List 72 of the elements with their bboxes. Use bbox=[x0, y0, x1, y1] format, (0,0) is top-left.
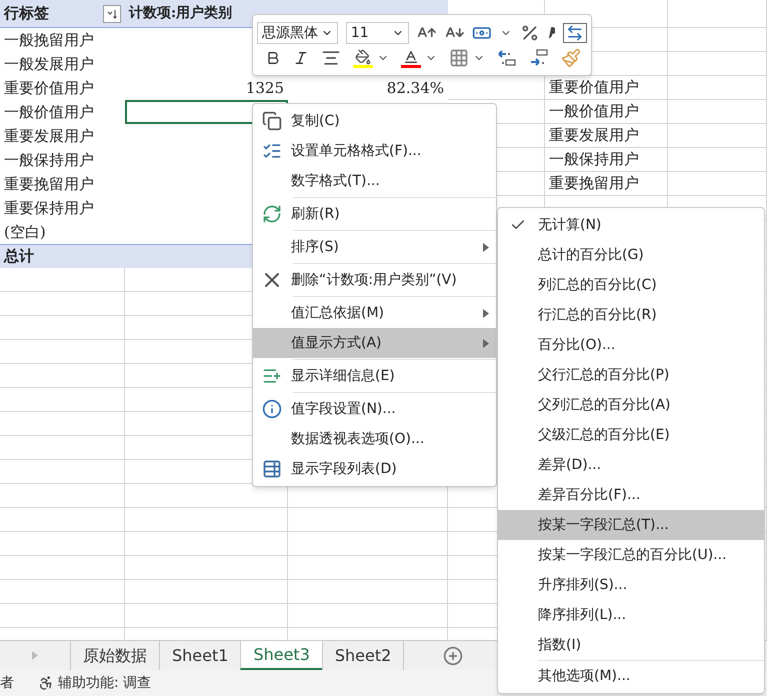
menu-item[interactable]: 行汇总的百分比(R) bbox=[498, 300, 764, 330]
table-cell-text: 重要保持用户 bbox=[4, 198, 94, 219]
borders-icon[interactable] bbox=[449, 48, 469, 68]
menu-item[interactable]: 降序排列(L)... bbox=[498, 600, 764, 630]
menu-item[interactable]: 数字格式(T)... bbox=[253, 166, 496, 199]
menu-item[interactable]: 列汇总的百分比(C) bbox=[498, 270, 764, 300]
table-header: 计数项:用户类别 bbox=[129, 4, 232, 23]
info-icon bbox=[262, 399, 282, 419]
menu-item[interactable]: 值显示方式(A) bbox=[253, 328, 496, 361]
wrap-icon[interactable] bbox=[563, 23, 587, 43]
menu-item[interactable]: 总计的百分比(G) bbox=[498, 240, 764, 270]
menu-item[interactable]: 父行汇总的百分比(P) bbox=[498, 360, 764, 390]
menu-item[interactable]: 显示详细信息(E) bbox=[253, 361, 496, 394]
italic-icon[interactable] bbox=[293, 50, 309, 66]
menu-item[interactable]: 数据透视表选项(O)... bbox=[253, 424, 496, 454]
sheet-tab[interactable]: Sheet3 bbox=[240, 641, 322, 670]
table-cell-text: 一般价值用户 bbox=[4, 102, 94, 123]
menu-item[interactable]: 差异百分比(F)... bbox=[498, 480, 764, 510]
submenu-arrow-icon bbox=[483, 308, 489, 318]
submenu-arrow-icon bbox=[483, 242, 489, 252]
table-cell-text: 重要价值用户 bbox=[4, 78, 94, 99]
menu-item[interactable]: 差异(D)... bbox=[498, 450, 764, 480]
menu-item[interactable]: 复制(C) bbox=[253, 106, 496, 136]
menu-item[interactable]: 显示字段列表(D) bbox=[253, 454, 496, 484]
increase-decimal-icon[interactable] bbox=[497, 49, 517, 67]
menu-item[interactable]: 父列汇总的百分比(A) bbox=[498, 390, 764, 420]
menu-item[interactable]: 按某一字段汇总(T)... bbox=[498, 510, 764, 540]
table-cell-text: 一般保持用户 bbox=[549, 149, 639, 170]
submenu-arrow-icon bbox=[483, 338, 489, 348]
font-color-icon[interactable] bbox=[401, 48, 421, 68]
table-cell-text: 重要发展用户 bbox=[549, 125, 639, 146]
total-label: 总计 bbox=[4, 246, 34, 268]
table-cell-text: 一般发展用户 bbox=[4, 54, 94, 75]
menu-item[interactable]: 父级汇总的百分比(E) bbox=[498, 420, 764, 450]
sort-filter-icon bbox=[107, 8, 117, 18]
font-dropdown[interactable]: 思源黑体 bbox=[257, 22, 338, 44]
table-cell-text: 重要挽留用户 bbox=[549, 173, 639, 194]
table-cell-text: (空白) bbox=[4, 222, 46, 243]
table-header: 行标签 bbox=[4, 3, 49, 24]
comma-icon[interactable] bbox=[547, 27, 556, 39]
refresh-icon bbox=[262, 204, 282, 224]
status-text: 者 bbox=[0, 674, 14, 692]
table-cell-text: 重要价值用户 bbox=[549, 77, 639, 98]
decrease-decimal-icon[interactable] bbox=[529, 49, 549, 67]
percent-icon[interactable] bbox=[520, 23, 540, 43]
copy-icon bbox=[262, 111, 282, 131]
menu-item[interactable]: 值字段设置(N)... bbox=[253, 394, 496, 424]
menu-item[interactable]: 指数(I) bbox=[498, 630, 764, 660]
menu-item[interactable]: 百分比(O)... bbox=[498, 330, 764, 360]
table-cell-text: 82.34% bbox=[386, 78, 444, 99]
menu-item[interactable]: 刷新(R) bbox=[253, 199, 496, 232]
menu-item[interactable]: 排序(S) bbox=[253, 232, 496, 265]
font-size-dropdown[interactable]: 11 bbox=[346, 22, 409, 44]
add-sheet-icon[interactable] bbox=[443, 646, 464, 666]
menu-item[interactable]: 按某一字段汇总的百分比(U)... bbox=[498, 540, 764, 570]
menu-item[interactable]: 其他选项(M)... bbox=[498, 661, 764, 691]
menu-item[interactable]: 删除“计数项:用户类别”(V) bbox=[253, 265, 496, 298]
table-cell-text: 一般挽留用户 bbox=[4, 30, 94, 51]
table-cell-text: 一般价值用户 bbox=[549, 101, 639, 122]
menu-item[interactable]: 无计算(N) bbox=[498, 210, 764, 240]
table-icon bbox=[262, 459, 282, 479]
menu-item[interactable]: 升序排列(S)... bbox=[498, 570, 764, 600]
fill-color-icon[interactable] bbox=[353, 48, 373, 68]
accessibility-status[interactable]: 辅助功能: 调查 bbox=[58, 672, 152, 694]
filter-button[interactable] bbox=[103, 4, 121, 22]
table-cell-text: 1325 bbox=[246, 78, 284, 99]
table-cell-text: 一般保持用户 bbox=[4, 150, 94, 171]
table-cell-text: 重要发展用户 bbox=[4, 126, 94, 147]
table-cell-text: 重要挽留用户 bbox=[4, 174, 94, 195]
menu-item[interactable]: 值汇总依据(M) bbox=[253, 298, 496, 328]
menu-item[interactable]: 设置单元格格式(F)... bbox=[253, 136, 496, 166]
accessibility-icon[interactable] bbox=[38, 675, 54, 691]
